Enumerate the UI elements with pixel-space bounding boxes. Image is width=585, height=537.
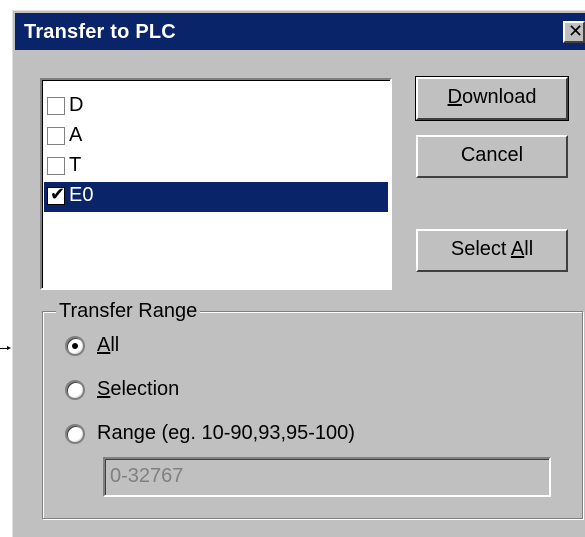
- transfer-range-title: Transfer Range: [56, 300, 201, 323]
- radio-selected-dot-icon: [72, 343, 78, 349]
- select-all-button[interactable]: Select All: [416, 229, 568, 272]
- title-bar[interactable]: Transfer to PLC ✕: [15, 13, 585, 50]
- checkbox-unchecked[interactable]: [47, 127, 65, 145]
- list-item[interactable]: D: [44, 92, 388, 122]
- list-item-label: E0: [69, 184, 94, 206]
- dialog-title: Transfer to PLC: [24, 21, 176, 43]
- checkbox-unchecked[interactable]: [47, 97, 65, 115]
- annotation-arrow-icon: [0, 346, 12, 351]
- radio-range-label[interactable]: Range (eg. 10-90,93,95-100): [97, 422, 355, 445]
- memory-area-list[interactable]: D A T ✔ E0: [40, 78, 392, 290]
- list-item[interactable]: A: [44, 122, 388, 152]
- checkbox-checked[interactable]: ✔: [47, 184, 66, 205]
- checkmark-icon: ✔: [50, 184, 66, 204]
- radio-all-label[interactable]: All: [97, 334, 119, 357]
- close-icon: ✕: [568, 21, 584, 41]
- radio-all[interactable]: [65, 336, 85, 356]
- list-item[interactable]: T: [44, 152, 388, 182]
- radio-selection-label[interactable]: Selection: [97, 378, 179, 401]
- list-item-label: T: [69, 154, 82, 176]
- list-item-label: D: [69, 94, 84, 116]
- range-input[interactable]: 0-32767: [103, 457, 551, 497]
- download-button[interactable]: Download: [415, 76, 569, 121]
- screenshot-page: Transfer to PLC ✕ D A T ✔ E0 Download Ca…: [0, 0, 585, 537]
- close-button[interactable]: ✕: [563, 21, 585, 43]
- cancel-button[interactable]: Cancel: [416, 135, 568, 178]
- radio-selection[interactable]: [65, 380, 85, 400]
- list-item-label: A: [69, 124, 83, 146]
- transfer-to-plc-dialog: Transfer to PLC ✕ D A T ✔ E0 Download Ca…: [12, 10, 585, 537]
- checkbox-unchecked[interactable]: [47, 157, 65, 175]
- radio-range[interactable]: [65, 424, 85, 444]
- list-item-selected[interactable]: ✔ E0: [44, 182, 388, 212]
